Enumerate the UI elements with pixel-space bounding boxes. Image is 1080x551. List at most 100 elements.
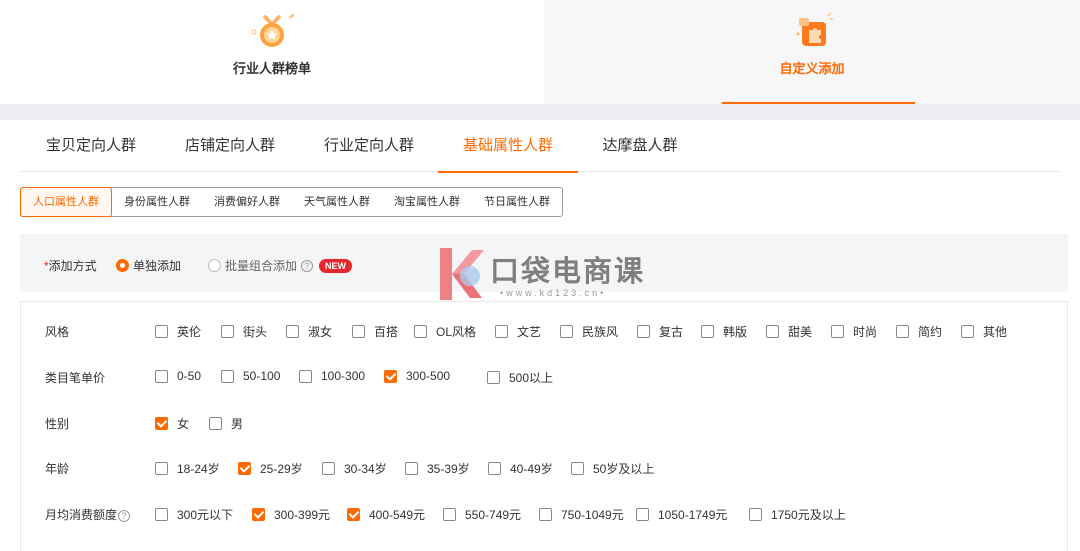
checkbox-option[interactable]: 淑女 xyxy=(286,323,332,340)
help-icon[interactable]: ? xyxy=(301,259,314,272)
checkbox-option[interactable]: 30-34岁 xyxy=(322,460,387,477)
checkbox-option[interactable]: 500以上 xyxy=(487,369,553,386)
checkbox-option[interactable]: 甜美 xyxy=(766,323,812,340)
checkbox[interactable] xyxy=(155,369,168,383)
checkbox-label: 25-29岁 xyxy=(260,462,303,476)
checkbox-label: 1050-1749元 xyxy=(658,508,728,522)
tab-basic-attributes[interactable]: 基础属性人群 xyxy=(438,120,578,173)
add-mode-label: *添加方式 xyxy=(44,257,97,274)
checkbox-option[interactable]: 40-49岁 xyxy=(488,460,553,477)
tab-custom-add[interactable]: 自定义添加 xyxy=(544,0,1080,104)
checkbox[interactable] xyxy=(539,508,552,521)
checkbox[interactable] xyxy=(414,325,427,338)
checkbox-option[interactable]: 18-24岁 xyxy=(155,460,220,477)
checkbox-option[interactable]: 50岁及以上 xyxy=(571,460,654,477)
pill-weather[interactable]: 天气属性人群 xyxy=(292,188,382,216)
tab-shop-targeting[interactable]: 店铺定向人群 xyxy=(183,120,277,172)
checkbox-option[interactable]: 文艺 xyxy=(495,323,541,340)
attr-label-text: 年龄 xyxy=(45,462,70,476)
checkbox-option[interactable]: 简约 xyxy=(896,323,942,340)
tab-industry-targeting[interactable]: 行业定向人群 xyxy=(322,120,416,172)
checkbox[interactable] xyxy=(221,369,234,383)
checkbox-option[interactable]: 400-549元 xyxy=(347,506,425,523)
checkbox-option[interactable]: 35-39岁 xyxy=(405,460,470,477)
checkbox[interactable] xyxy=(155,325,168,338)
checkbox-option[interactable]: 韩版 xyxy=(701,323,747,340)
checkbox-option[interactable]: 英伦 xyxy=(155,323,201,340)
checkbox-label: 18-24岁 xyxy=(177,462,220,476)
checkbox-label: 750-1049元 xyxy=(561,508,624,522)
top-tab-bar: 行业人群榜单 自定义添加 xyxy=(0,0,1080,104)
checkbox[interactable] xyxy=(299,369,312,383)
checkbox[interactable] xyxy=(896,325,909,338)
pill-taobao[interactable]: 淘宝属性人群 xyxy=(382,188,472,216)
checkbox-option[interactable]: 1750元及以上 xyxy=(749,506,846,523)
checkbox[interactable] xyxy=(352,325,365,338)
checkbox[interactable] xyxy=(405,462,418,475)
checkbox[interactable] xyxy=(238,462,251,475)
tab-dmp[interactable]: 达摩盘人群 xyxy=(601,120,679,172)
tab-industry-rank[interactable]: 行业人群榜单 xyxy=(0,0,544,104)
checkbox[interactable] xyxy=(749,508,762,521)
checkbox-option[interactable]: 100-300 xyxy=(299,369,365,383)
pill-holiday[interactable]: 节日属性人群 xyxy=(472,188,562,216)
checkbox-option[interactable]: 街头 xyxy=(221,323,267,340)
checkbox[interactable] xyxy=(488,462,501,475)
checkbox[interactable] xyxy=(487,371,500,384)
pill-identity[interactable]: 身份属性人群 xyxy=(112,188,202,216)
checkbox[interactable] xyxy=(252,508,265,521)
checkbox[interactable] xyxy=(701,325,714,338)
checkbox-option[interactable]: 时尚 xyxy=(831,323,877,340)
checkbox[interactable] xyxy=(571,462,584,475)
checkbox[interactable] xyxy=(495,325,508,338)
radio-dot xyxy=(116,259,129,272)
checkbox[interactable] xyxy=(961,325,974,338)
watermark-url: •www.kd123.cn• xyxy=(500,288,607,298)
checkbox-option[interactable]: 复古 xyxy=(637,323,683,340)
attr-row-spend: 月均消费额度? 300元以下 300-399元 400-549元 550-749元 750… xyxy=(21,504,1061,524)
radio-batch-add[interactable]: 批量组合添加 ? NEW xyxy=(208,257,353,274)
checkbox-option[interactable]: OL风格 xyxy=(414,323,476,340)
checkbox-option[interactable]: 750-1049元 xyxy=(539,506,624,523)
checkbox-label: 时尚 xyxy=(853,325,878,339)
checkbox[interactable] xyxy=(286,325,299,338)
checkbox[interactable] xyxy=(221,325,234,338)
secondary-tab-bar: 宝贝定向人群 店铺定向人群 行业定向人群 基础属性人群 达摩盘人群 xyxy=(20,120,1060,173)
help-icon[interactable]: ? xyxy=(118,510,131,522)
checkbox-option[interactable]: 女 xyxy=(155,415,189,432)
checkbox-option[interactable]: 300-500 xyxy=(384,369,450,383)
checkbox[interactable] xyxy=(637,325,650,338)
checkbox[interactable] xyxy=(322,462,335,475)
checkbox-option[interactable]: 1050-1749元 xyxy=(636,506,727,523)
radio-single-add[interactable]: 单独添加 xyxy=(116,257,181,274)
checkbox[interactable] xyxy=(155,508,168,521)
checkbox-option[interactable]: 百搭 xyxy=(352,323,398,340)
checkbox-label: 复古 xyxy=(659,325,684,339)
checkbox[interactable] xyxy=(831,325,844,338)
watermark: 口袋电商课 •www.kd123.cn• xyxy=(436,246,666,302)
checkbox[interactable] xyxy=(347,508,360,521)
checkbox[interactable] xyxy=(155,417,168,430)
checkbox-option[interactable]: 550-749元 xyxy=(443,506,521,523)
tab-item-targeting[interactable]: 宝贝定向人群 xyxy=(44,120,138,172)
checkbox-option[interactable]: 50-100 xyxy=(221,369,280,383)
pill-demographic[interactable]: 人口属性人群 xyxy=(20,187,112,217)
checkbox-option[interactable]: 民族风 xyxy=(560,323,618,340)
checkbox-option[interactable]: 0-50 xyxy=(155,369,201,383)
attribute-panel: 风格 英伦 街头 淑女 百搭 OL风格 文艺 民族风 复古 韩版 甜美 时尚 简约 其他 类目笔单价 0-5… xyxy=(20,301,1068,551)
checkbox[interactable] xyxy=(636,508,649,521)
pill-consumption[interactable]: 消费偏好人群 xyxy=(202,188,292,216)
checkbox[interactable] xyxy=(766,325,779,338)
radio-dot xyxy=(208,259,221,272)
checkbox-option[interactable]: 男 xyxy=(209,415,243,432)
checkbox-label: 街头 xyxy=(243,325,268,339)
checkbox-option[interactable]: 300元以下 xyxy=(155,506,233,523)
checkbox[interactable] xyxy=(384,369,397,383)
checkbox[interactable] xyxy=(209,417,222,430)
checkbox[interactable] xyxy=(560,325,573,338)
checkbox-option[interactable]: 300-399元 xyxy=(252,506,330,523)
checkbox-option[interactable]: 其他 xyxy=(961,323,1007,340)
checkbox-option[interactable]: 25-29岁 xyxy=(238,460,303,477)
checkbox[interactable] xyxy=(155,462,168,475)
checkbox[interactable] xyxy=(443,508,456,521)
